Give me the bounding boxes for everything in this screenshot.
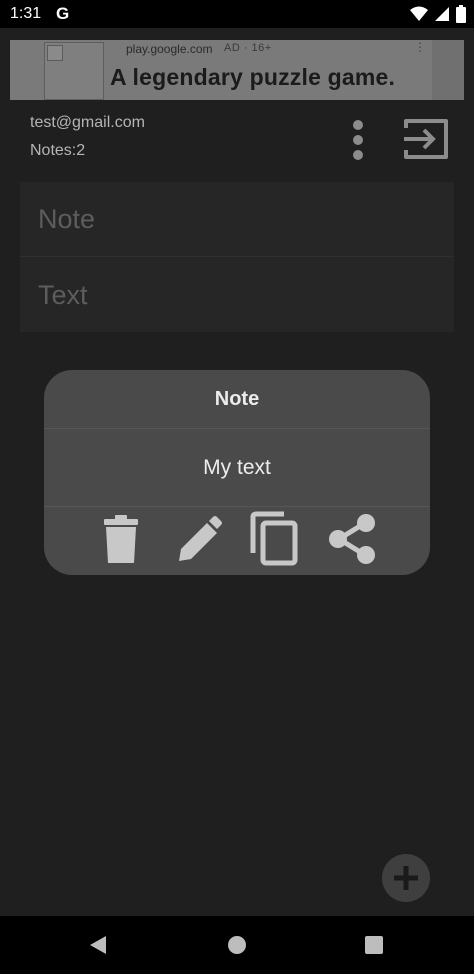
ad-domain: play.google.com xyxy=(126,42,213,56)
note-title: Note xyxy=(38,204,96,234)
copy-icon[interactable] xyxy=(248,511,302,567)
account-email: test@gmail.com xyxy=(30,114,145,131)
status-icons xyxy=(410,5,466,23)
list-item[interactable]: Note xyxy=(20,182,454,257)
note-dialog: Note My text xyxy=(44,370,430,575)
navigation-bar xyxy=(0,916,474,974)
battery-icon xyxy=(456,5,466,23)
signal-icon xyxy=(435,7,449,21)
notes-count: Notes:2 xyxy=(30,142,86,159)
list-item[interactable]: Text xyxy=(20,258,454,332)
note-text: Text xyxy=(38,280,88,310)
wifi-icon xyxy=(410,6,428,21)
broken-image-icon xyxy=(47,45,63,61)
ad-banner[interactable]: play.google.com AD · 16+ ⋮ A legendary p… xyxy=(10,40,464,100)
recents-icon[interactable] xyxy=(364,935,384,955)
logout-icon[interactable] xyxy=(402,116,450,162)
share-icon[interactable] xyxy=(325,511,379,567)
ad-headline: A legendary puzzle game. xyxy=(110,64,396,90)
trash-icon[interactable] xyxy=(94,511,148,567)
home-icon[interactable] xyxy=(227,935,247,955)
ad-image xyxy=(44,42,104,100)
status-time: 1:31 xyxy=(10,5,42,22)
dialog-body: My text xyxy=(44,429,430,507)
ad-badge: AD · 16+ xyxy=(224,42,272,54)
ad-menu-icon[interactable]: ⋮ xyxy=(414,40,426,54)
ad-side-panel xyxy=(432,40,464,100)
dialog-actions xyxy=(44,507,430,575)
dialog-title: Note xyxy=(44,370,430,429)
status-bar: 1:31 G xyxy=(0,0,474,28)
more-options-icon[interactable] xyxy=(346,118,370,162)
back-icon[interactable] xyxy=(88,934,108,956)
add-note-button[interactable] xyxy=(382,854,430,902)
google-status-icon: G xyxy=(56,4,70,23)
note-list: Note Text xyxy=(20,182,454,332)
pencil-icon[interactable] xyxy=(171,511,225,567)
